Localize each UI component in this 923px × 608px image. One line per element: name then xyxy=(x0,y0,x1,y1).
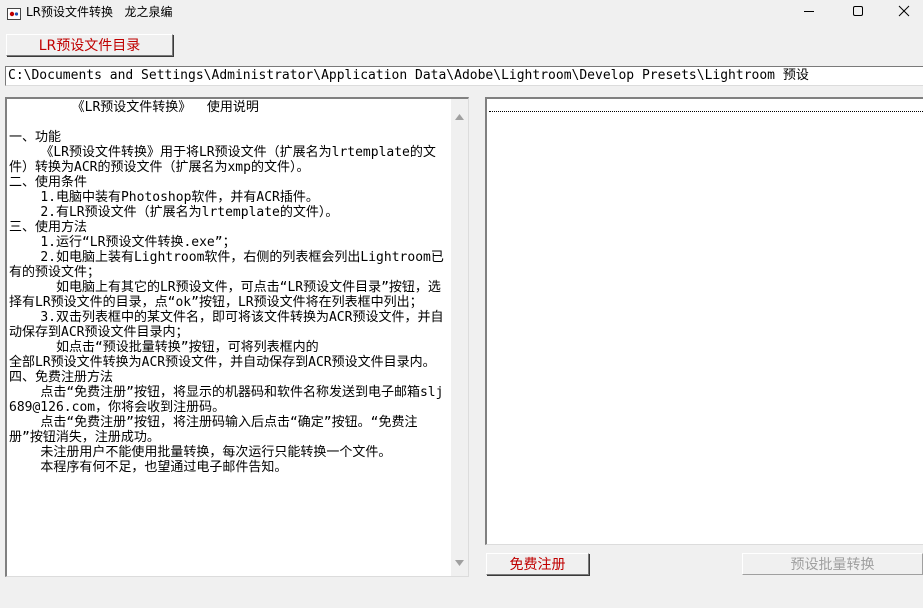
scroll-down-icon[interactable] xyxy=(455,551,464,570)
scroll-up-icon[interactable] xyxy=(455,105,464,124)
path-field[interactable]: C:\Documents and Settings\Administrator\… xyxy=(5,66,923,86)
list-focus-indicator xyxy=(489,101,923,112)
close-icon xyxy=(898,2,910,21)
window-title: LR预设文件转换 龙之泉编 xyxy=(26,5,173,19)
app-icon xyxy=(7,5,21,20)
instructions-textbox[interactable]: 《LR预设文件转换》 使用说明 一、功能 《LR预设文件转换》用于将LR预设文件… xyxy=(5,97,469,577)
preset-file-list[interactable] xyxy=(485,97,923,545)
close-button[interactable] xyxy=(881,0,923,22)
instructions-scrollbar[interactable] xyxy=(451,99,468,576)
free-register-button[interactable]: 免费注册 xyxy=(486,553,589,575)
minimize-button[interactable] xyxy=(786,0,832,22)
lr-preset-dir-button[interactable]: LR预设文件目录 xyxy=(6,34,173,56)
minimize-icon xyxy=(803,2,815,21)
maximize-button[interactable] xyxy=(835,0,881,22)
title-bar: LR预设文件转换 龙之泉编 xyxy=(0,0,923,24)
maximize-icon xyxy=(852,2,864,21)
batch-convert-button[interactable]: 预设批量转换 xyxy=(742,553,923,575)
instructions-text: 《LR预设文件转换》 使用说明 一、功能 《LR预设文件转换》用于将LR预设文件… xyxy=(9,100,444,475)
